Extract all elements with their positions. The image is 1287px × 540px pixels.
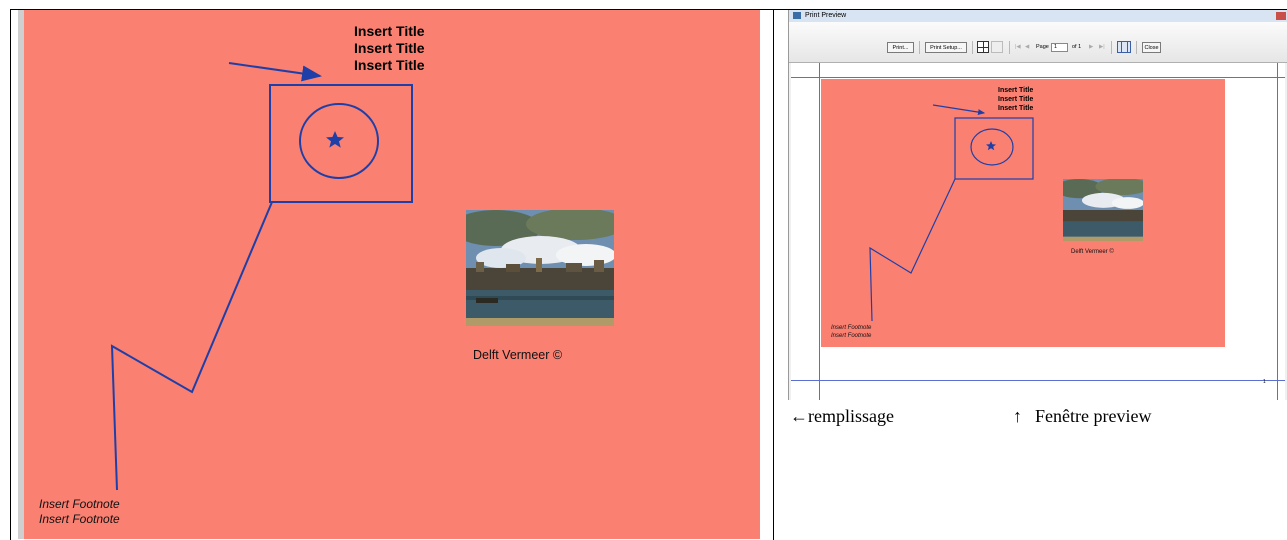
table-border-middle: [773, 9, 774, 540]
multi-page-icon[interactable]: [977, 41, 989, 53]
window-title: Print Preview: [805, 12, 847, 19]
preview-painting-caption: Delft Vermeer ©: [1071, 249, 1114, 255]
zigzag-line: [869, 178, 956, 322]
pointer-arrow: [228, 62, 322, 82]
star-icon: [986, 141, 996, 151]
pointer-arrow: [932, 104, 986, 116]
painting-caption: Delft Vermeer ©: [473, 348, 563, 362]
margin-guide: [819, 63, 820, 400]
close-button[interactable]: Close: [1142, 42, 1161, 53]
caption-fenetre-preview: Fenêtre preview: [1035, 406, 1152, 426]
margin-guide: [791, 380, 1285, 381]
next-page-icon[interactable]: ▶: [1089, 42, 1093, 53]
page-number: 1: [1263, 379, 1266, 385]
footnote-line: Insert Footnote: [831, 332, 872, 339]
page-number-input[interactable]: 1: [1051, 43, 1068, 52]
preview-document: Insert Title Insert Title Insert Title D…: [821, 79, 1225, 347]
star-icon: [326, 131, 344, 148]
footnote-line: Insert Footnote: [39, 512, 120, 526]
toolbar-separator: [972, 41, 973, 54]
first-page-icon[interactable]: |◀: [1015, 42, 1021, 53]
preview-drawing-layer: [869, 104, 1034, 322]
margin-guide: [1277, 63, 1278, 400]
frame-rectangle: [269, 84, 413, 203]
left-arrow-icon: ←: [790, 406, 808, 426]
margin-guide: [791, 77, 1285, 78]
prev-page-icon[interactable]: ◀: [1025, 42, 1029, 53]
table-border-left: [10, 9, 11, 540]
print-preview-window: Print Preview Print... Print Setup... |◀…: [788, 10, 1287, 400]
footnote-block: Insert Footnote Insert Footnote: [39, 497, 120, 527]
single-page-icon[interactable]: [991, 41, 1003, 53]
footnote-line: Insert Footnote: [39, 497, 120, 511]
page-count-label: of 1: [1072, 44, 1082, 50]
preview-toolbar: Print... Print Setup... |◀ ◀ Page 1 of 1…: [789, 22, 1287, 63]
toolbar-separator: [919, 41, 920, 54]
drawing-layer: [110, 62, 413, 491]
close-icon[interactable]: [1276, 12, 1286, 20]
fit-page-icon[interactable]: [1117, 41, 1131, 53]
toolbar-separator: [1111, 41, 1112, 54]
preview-page: Insert Title Insert Title Insert Title D…: [791, 63, 1285, 400]
caption-remplissage: remplissage: [808, 406, 894, 426]
up-arrow-icon: ↑: [1013, 406, 1022, 426]
footnote-line: Insert Footnote: [831, 325, 872, 331]
print-setup-button[interactable]: Print Setup...: [925, 42, 967, 53]
window-icon: [793, 11, 801, 19]
toolbar-separator: [1136, 41, 1137, 54]
preview-painting: [1063, 179, 1143, 241]
vermeer-painting: [466, 210, 614, 326]
document-canvas: Insert Title Insert Title Insert Title D…: [18, 10, 760, 539]
title-bar: Print Preview: [789, 10, 1287, 22]
print-button[interactable]: Print...: [887, 42, 914, 53]
page-label: Page: [1036, 44, 1049, 50]
last-page-icon[interactable]: ▶|: [1099, 42, 1105, 53]
frame-rectangle: [954, 117, 1034, 180]
zigzag-line: [110, 201, 273, 491]
preview-footnote-block: Insert Footnote Insert Footnote: [831, 325, 871, 340]
toolbar-separator: [1009, 41, 1010, 54]
